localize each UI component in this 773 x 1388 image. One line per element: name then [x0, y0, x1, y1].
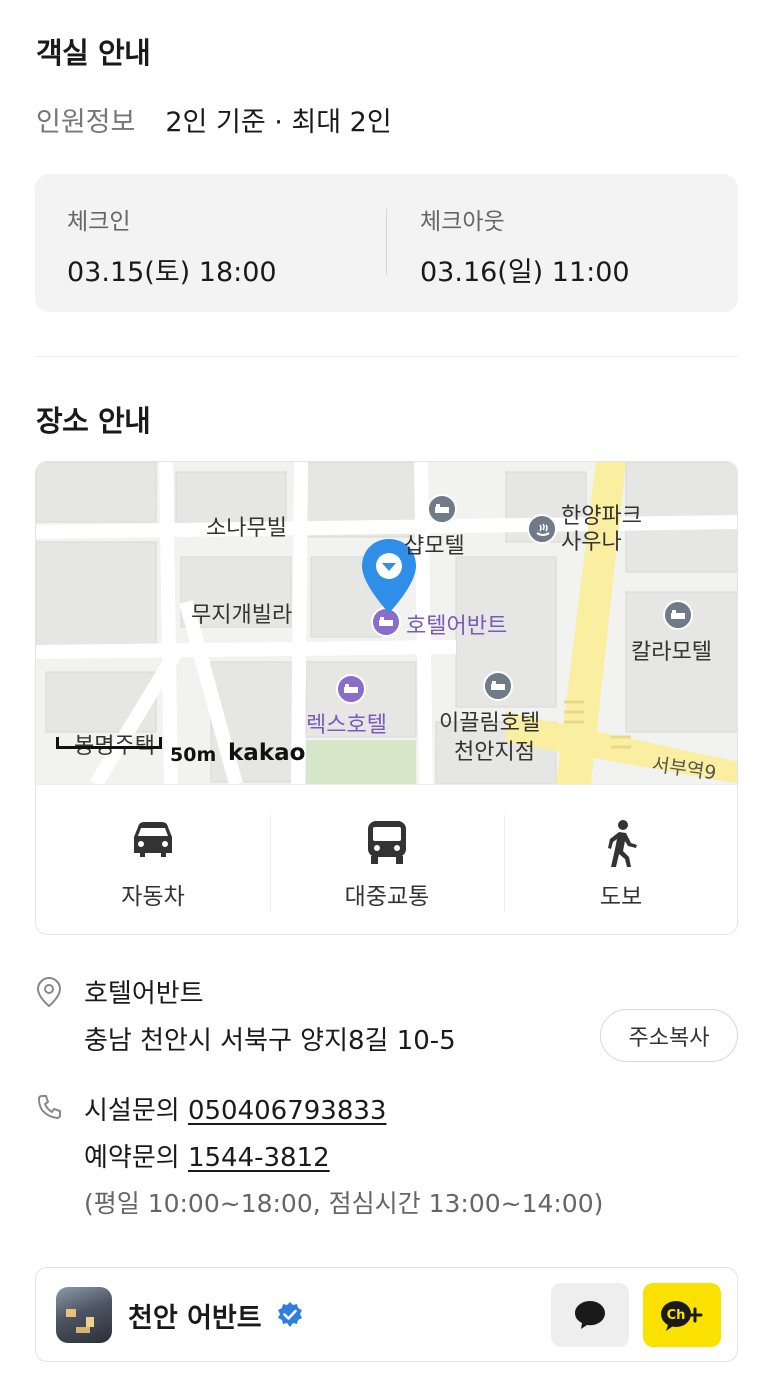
- transport-car-button[interactable]: 자동차: [36, 785, 270, 934]
- map-card: 소나무빌 샵모텔 한양파크 사우나 무지개빌라 호텔어반트 칼라모텔 렉스호텔 …: [35, 461, 738, 935]
- motel-poi-icon[interactable]: [483, 671, 513, 701]
- svg-text:Ch: Ch: [667, 1308, 686, 1323]
- occupancy-label: 인원정보: [36, 107, 136, 138]
- motel-poi-icon[interactable]: [663, 600, 693, 630]
- map-label-hanyang: 한양파크 사우나: [561, 504, 642, 555]
- section-divider: [35, 356, 738, 357]
- address-text: 충남 천안시 서북구 양지8길 10-5: [84, 1026, 456, 1056]
- chat-button[interactable]: [551, 1283, 629, 1347]
- facility-inquiry-label: 시설문의: [84, 1096, 180, 1126]
- channel-card[interactable]: 천안 어반트 Ch: [35, 1267, 738, 1362]
- checkout-label: 체크아웃: [420, 209, 505, 235]
- occupancy-value: 2인 기준 · 최대 2인: [165, 107, 392, 138]
- location-marker-icon: [36, 976, 62, 1012]
- reservation-phone-link[interactable]: 1544-3812: [188, 1143, 330, 1173]
- map-scale-bar: [56, 737, 162, 749]
- transport-bus-button[interactable]: 대중교통: [270, 785, 504, 934]
- channel-name: 천안 어반트: [128, 1303, 262, 1334]
- transport-car-label: 자동차: [121, 884, 185, 910]
- checkin-value: 03.15(토) 18:00: [67, 257, 277, 288]
- bus-icon: [365, 819, 409, 869]
- hotel-poi-icon[interactable]: [336, 674, 366, 704]
- add-channel-button[interactable]: Ch: [643, 1283, 721, 1347]
- checkin-block: 체크인 03.15(토) 18:00: [67, 202, 277, 289]
- checkout-value: 03.16(일) 11:00: [420, 257, 630, 288]
- facility-inquiry-row: 시설문의 050406793833: [84, 1090, 386, 1127]
- map-label-muji: 무지개빌라: [191, 603, 293, 628]
- reservation-inquiry-row: 예약문의 1544-3812: [84, 1137, 330, 1174]
- map-label-kalla: 칼라모텔: [631, 640, 712, 665]
- phone-icon: [36, 1093, 64, 1125]
- occupancy-row: 인원정보 2인 기준 · 최대 2인: [36, 100, 392, 139]
- walk-icon: [601, 819, 641, 873]
- map-label-sonamu: 소나무빌: [206, 516, 287, 541]
- map-scale-label: 50m: [170, 744, 217, 766]
- map-view[interactable]: 소나무빌 샵모텔 한양파크 사우나 무지개빌라 호텔어반트 칼라모텔 렉스호텔 …: [36, 462, 737, 784]
- verified-badge-icon: [276, 1301, 304, 1333]
- kakao-map-logo: kakao: [228, 740, 306, 766]
- checkin-label: 체크인: [67, 209, 131, 235]
- map-label-ikkeulim: 이끌림호텔: [439, 711, 541, 736]
- place-section-title: 장소 안내: [36, 404, 151, 438]
- check-in-out-box: 체크인 03.15(토) 18:00 체크아웃 03.16(일) 11:00: [35, 174, 738, 312]
- transport-options: 자동차 대중교통 도보: [36, 784, 737, 934]
- channel-avatar: [56, 1287, 112, 1343]
- transport-bus-label: 대중교통: [344, 884, 430, 910]
- checkout-block: 체크아웃 03.16(일) 11:00: [420, 202, 630, 289]
- transport-walk-label: 도보: [599, 884, 643, 910]
- map-label-hotel: 호텔어반트: [406, 614, 508, 639]
- transport-walk-button[interactable]: 도보: [504, 785, 737, 934]
- map-label-ikkeulim-branch: 천안지점: [454, 740, 535, 765]
- motel-poi-icon[interactable]: [427, 494, 457, 524]
- room-section-title: 객실 안내: [36, 36, 151, 70]
- address-place-name: 호텔어반트: [84, 979, 204, 1009]
- reservation-inquiry-label: 예약문의: [84, 1143, 180, 1173]
- sauna-poi-icon[interactable]: [527, 514, 557, 544]
- map-label-rex: 렉스호텔: [306, 713, 387, 738]
- business-hours: (평일 10:00~18:00, 점심시간 13:00~14:00): [84, 1189, 604, 1218]
- chat-bubble-icon: [575, 1301, 605, 1329]
- facility-phone-link[interactable]: 050406793833: [188, 1096, 387, 1126]
- kakao-channel-add-icon: Ch: [661, 1301, 703, 1331]
- check-divider: [386, 209, 387, 275]
- map-label-syap: 샵모텔: [404, 534, 465, 559]
- car-icon: [130, 819, 176, 863]
- copy-address-button[interactable]: 주소복사: [600, 1009, 738, 1062]
